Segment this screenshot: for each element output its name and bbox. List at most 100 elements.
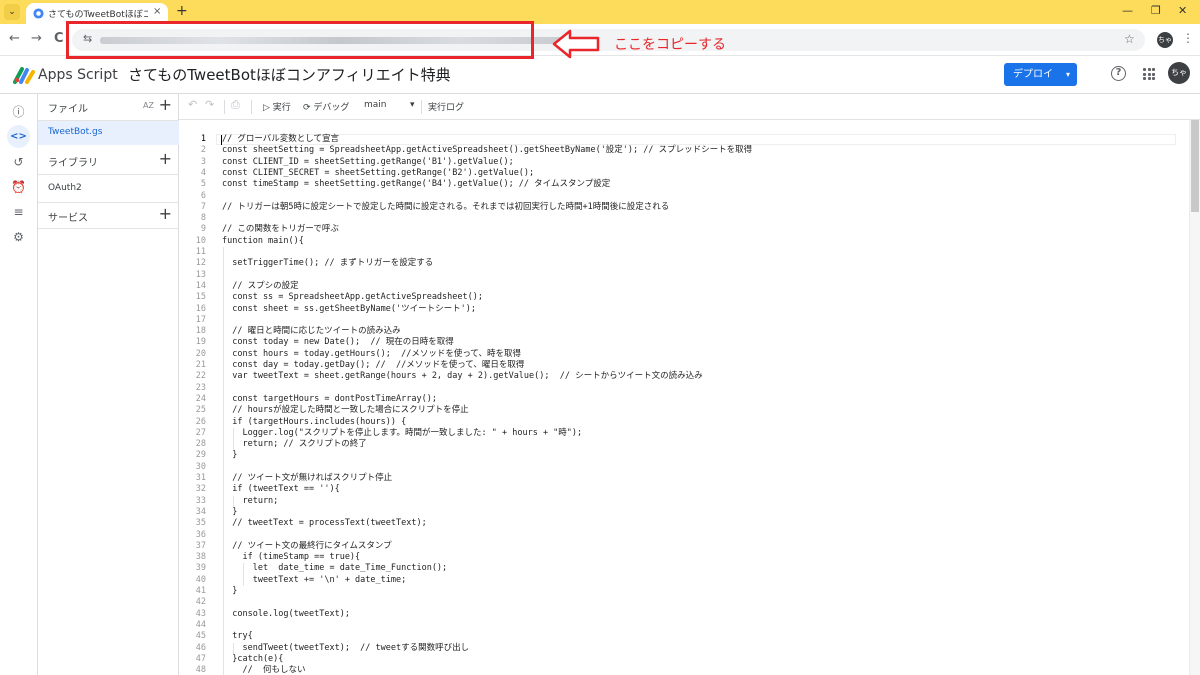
code-icon[interactable]: <> [7,125,30,148]
code-line: tweetText += '\n' + date_time; [222,574,407,585]
line-number: 33 [195,495,206,506]
execution-log-button[interactable]: 実行ログ [428,100,464,113]
line-number: 35 [195,518,206,529]
debug-button[interactable]: ⟳ デバッグ [303,100,349,113]
reload-icon[interactable]: C [54,31,64,46]
line-number: 34 [195,506,206,517]
indent-guide [223,247,224,675]
line-number: 24 [195,393,206,404]
project-title[interactable]: さてものTweetBotほぼコンアフィリエイト特典 [128,64,451,85]
line-number: 37 [195,540,206,551]
executions-icon[interactable]: ≡ [10,204,27,221]
line-number: 15 [195,292,206,303]
tab-close-icon[interactable]: × [153,6,161,17]
indent-guide [233,642,234,654]
line-number: 26 [195,416,206,427]
files-label: ファイル [48,104,88,115]
browser-profile-avatar[interactable]: ちゃ [1157,32,1173,48]
history-icon[interactable]: ↺ [10,154,27,171]
toolbar-divider [251,100,252,114]
line-number: 5 [200,179,206,190]
window-minimize-button[interactable]: — [1122,4,1133,17]
annotation-callout: ここをコピーする [614,37,726,53]
save-icon[interactable]: ⎙ [231,98,240,112]
new-tab-button[interactable]: + [176,3,188,19]
code-line: // スプシの設定 [222,280,299,291]
code-line: }catch(e){ [222,653,284,664]
file-item-tweetbot[interactable]: TweetBot.gs [38,121,179,145]
deploy-button[interactable]: デプロイ ▾ [1004,63,1077,86]
code-line: const CLIENT_ID = sheetSetting.getRange(… [222,156,514,167]
sort-files-icon[interactable]: AZ [143,101,154,110]
tab-search-icon[interactable]: ⌄ [4,4,20,20]
files-section-header: ファイル AZ + [38,94,179,121]
code-line: const today = new Date(); // 現在の日時を取得 [222,337,454,348]
left-navigation-rail: ⓘ <> ↺ ⏰ ≡ ⚙ [0,94,38,675]
line-number: 3 [200,156,206,167]
google-apps-grid-icon[interactable] [1143,68,1155,80]
back-icon[interactable]: ← [9,31,20,46]
function-select[interactable]: main [364,100,387,110]
code-line: const day = today.getDay(); // //メソッドを使っ… [222,360,525,370]
editor-toolbar: ↶ ↷ ⎙ ▷ 実行 ⟳ デバッグ main ▾ 実行ログ [179,94,1200,120]
line-number: 36 [195,529,206,540]
settings-icon[interactable]: ⚙ [10,229,27,246]
code-line: const sheet = ss.getSheetByName('ツイートシート… [222,303,476,314]
undo-icon[interactable]: ↶ [188,98,197,111]
line-number: 44 [195,619,206,630]
line-number: 10 [195,235,206,246]
code-line: if (targetHours.includes(hours)) { [222,416,407,427]
code-line: // hoursが設定した時間と一致した場合にスクリプトを停止 [222,405,469,416]
current-line-highlight [216,134,1176,145]
code-line: const targetHours = dontPostTimeArray(); [222,393,437,404]
annotation-highlight-box [66,21,534,59]
clock-trigger-icon[interactable]: ⏰ [10,179,27,196]
add-file-button[interactable]: + [159,95,172,114]
code-line: Logger.log("スクリプトを停止します。時間が一致しました: " + h… [222,427,583,438]
library-item-oauth2[interactable]: OAuth2 [48,183,82,193]
code-line: const timeStamp = sheetSetting.getRange(… [222,179,611,190]
window-close-button[interactable]: ✕ [1178,4,1187,17]
line-number: 19 [195,337,206,348]
libraries-label: ライブラリ [48,158,98,169]
add-library-button[interactable]: + [159,149,172,168]
line-number: 4 [200,167,206,178]
line-number: 47 [195,653,206,664]
forward-icon[interactable]: → [31,31,42,46]
browser-menu-icon[interactable]: ⋮ [1182,31,1194,45]
services-section-header: サービス + [38,202,179,229]
indent-guide [233,495,234,507]
line-number: 1 [200,134,206,144]
line-number: 14 [195,280,206,291]
file-panel: ファイル AZ + TweetBot.gs ライブラリ + OAuth2 サービ… [38,94,179,675]
account-avatar[interactable]: ちゃ [1168,62,1190,84]
code-line: let date_time = date_Time_Function(); [222,563,448,574]
run-button[interactable]: ▷ 実行 [263,100,291,113]
function-select-dropdown-icon[interactable]: ▾ [410,100,415,110]
bookmark-star-icon[interactable]: ☆ [1124,32,1135,46]
line-number: 17 [195,314,206,325]
code-line: } [222,450,238,461]
line-number: 31 [195,473,206,483]
line-number: 45 [195,631,206,642]
code-line: // ツイート文の最終行にタイムスタンプ [222,540,392,551]
line-number: 30 [195,461,206,472]
add-service-button[interactable]: + [159,204,172,223]
indent-guide [243,563,244,586]
code-line: const hours = today.getHours(); //メソッドを使… [222,348,521,359]
line-number: 43 [195,608,206,619]
help-icon[interactable]: ? [1111,66,1126,81]
code-line: if (timeStamp == true){ [222,552,361,563]
code-line: if (tweetText == ''){ [222,484,340,495]
deploy-dropdown-icon: ▾ [1065,70,1070,79]
redo-icon[interactable]: ↷ [205,98,214,111]
deploy-label: デプロイ [1013,69,1053,80]
services-label: サービス [48,213,88,224]
info-icon[interactable]: ⓘ [10,104,27,121]
window-restore-button[interactable]: ❐ [1151,4,1161,17]
line-number: 18 [195,326,206,337]
code-editor[interactable]: 1 // グローバル変数として宣言 2 const sheetSetting = Sp… [179,131,1189,675]
line-number: 23 [195,382,206,393]
editor-scrollbar-thumb[interactable] [1191,120,1199,212]
line-number: 9 [200,224,206,235]
